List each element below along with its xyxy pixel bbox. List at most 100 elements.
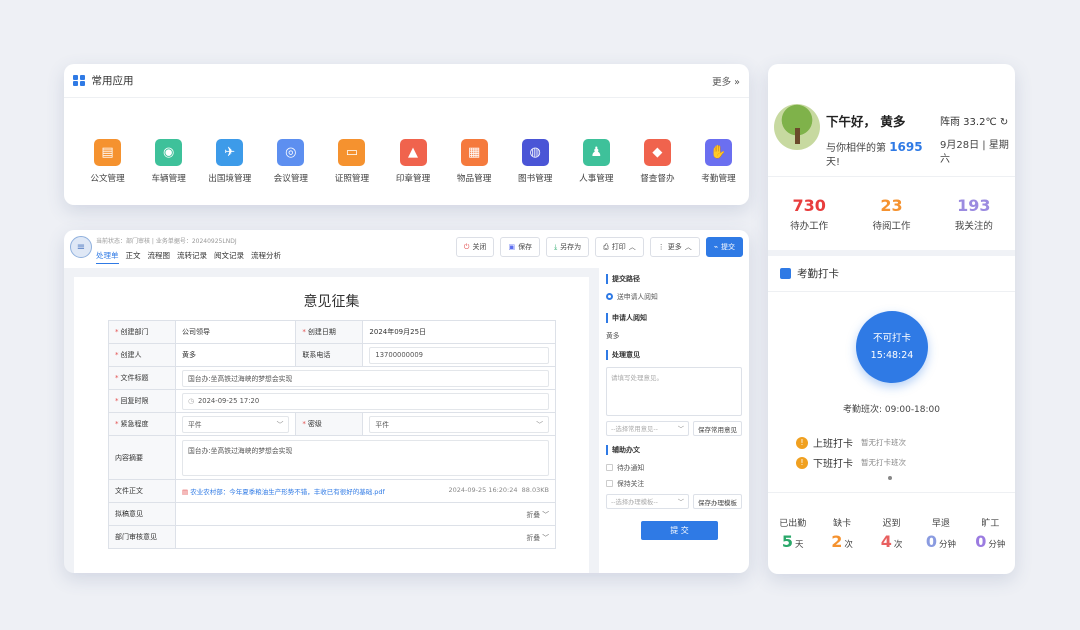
route-option[interactable]: 送申请人阅知 [606,291,742,301]
app-label: 考勤管理 [701,174,736,184]
attachment-time: 2024-09-25 16:20:24 [448,486,518,494]
shift-info: 考勤班次: 09:00-18:00 [842,405,940,415]
stat-item[interactable]: 23 待阅工作 [850,196,932,232]
app-seal[interactable]: ▲ 印章管理 [382,139,443,184]
tab-process-sheet[interactable]: 处理单 [96,250,119,264]
more-button[interactable]: ⋮ 更多 ︿ [649,237,700,257]
save-common-opinion-button[interactable]: 保存常用意见 [693,421,742,436]
urgency-select[interactable]: 平件 ﹀ [182,415,290,433]
table-row: 文件正文 ▤ 农业农村部：今年夏季粮油生产形势不错，丰收已有很好的基础.pdf … [108,479,556,503]
save-as-button[interactable]: ⤓ 另存为 [546,237,590,257]
chevron-up-icon: ︿ [628,243,636,251]
pager-dot[interactable] [888,476,892,480]
work-stats: 730 待办工作 23 待阅工作 193 我关注的 [768,177,1015,256]
app-label: 公文管理 [90,174,125,184]
subject-input[interactable]: 国台办:坐高铁过海峡的梦想会实现 [182,369,549,387]
deadline-input[interactable]: ◷ 2024-09-25 17:20 [182,392,549,410]
attendance-stat-unit: 次 [844,540,853,550]
app-label: 出国境管理 [208,174,252,184]
current-date: 9月28日 | 星期六 [940,140,1009,165]
avatar[interactable] [774,104,820,150]
checkin-row: ! 上班打卡 暂无打卡班次 [796,435,906,450]
attendance-stat[interactable]: 迟到 4 次 [867,516,916,551]
app-license[interactable]: ▭ 证照管理 [321,139,382,184]
form-status-meta: 当前状态：部门审核 | 业务单据号：20240925LNDJ [96,238,237,245]
attendance-stat-value: 5 [781,532,794,551]
table-row: * 创建人 黄多 联系电话 13700000009 [108,343,556,367]
save-button[interactable]: ▣ 保存 [500,237,541,257]
date-value: 2024年09月25日 [362,320,556,344]
tab-body-text[interactable]: 正文 [126,250,141,264]
common-apps-card: 常用应用 更多 » ▤ 公文管理 ◉ 车辆管理 ✈ 出国境管理 ◎ 会议管理 ▭ 证照管理 ▲ 印章管… [64,64,749,205]
clock-status: 不可打卡 [872,332,911,344]
stat-item[interactable]: 730 待办工作 [768,196,850,232]
chevron-up-icon: ︿ [684,243,692,251]
secret-level-select[interactable]: 平件 ﹀ [369,415,549,433]
clock-in-button[interactable]: 不可打卡 15:48:24 [856,311,928,383]
attendance-stat-value: 2 [831,532,843,551]
apps-grid-icon [73,74,85,87]
stat-item[interactable]: 193 我关注的 [933,196,1015,232]
app-attendance[interactable]: ✋ 考勤管理 [688,139,749,184]
submit-button[interactable]: 提 交 [641,521,718,540]
attendance-stat[interactable]: 已出勤 5 天 [768,516,817,551]
app-goods[interactable]: ▦ 物品管理 [444,139,505,184]
stat-label: 我关注的 [954,220,993,232]
fold-toggle[interactable]: 折叠 ﹀ [526,532,549,542]
checkout-row: ! 下班打卡 暂无打卡班次 [796,455,906,470]
phone-input[interactable]: 13700000009 [369,346,549,364]
app-passport[interactable]: ✈ 出国境管理 [199,139,260,184]
more-apps-link[interactable]: 更多 » [712,74,740,88]
app-supervise[interactable]: ◆ 督查督办 [627,139,688,184]
download-icon: ⤓ [554,242,558,251]
attachment-link[interactable]: 农业农村部：今年夏季粮油生产形势不错，丰收已有很好的基础.pdf [190,488,385,496]
table-row: * 回复时限 ◷ 2024-09-25 17:20 [108,389,556,413]
checkbox-icon [606,463,613,471]
app-book[interactable]: ◍ 图书管理 [505,139,566,184]
follow-checkbox[interactable]: 保持关注 [606,478,742,488]
tab-flow-records[interactable]: 流转记录 [177,250,207,264]
attendance-stat[interactable]: 旷工 0 分钟 [966,516,1015,551]
refresh-icon[interactable]: ↻ [1000,117,1008,128]
app-doc[interactable]: ▤ 公文管理 [77,139,138,184]
weather-info: 阵雨 33.2℃ ↻ [940,117,1009,128]
close-button[interactable]: ⏻ 关闭 [455,237,495,257]
attendance-stat-label: 旷工 [981,519,1000,529]
opinion-textarea[interactable]: 请填写处理意见。 [606,367,742,416]
app-car[interactable]: ◉ 车辆管理 [138,139,199,184]
app-label: 车辆管理 [151,174,186,184]
send-icon: ⌁ [713,243,718,251]
tab-flowchart[interactable]: 流程图 [148,250,171,264]
tab-read-records[interactable]: 阅文记录 [214,250,244,264]
opinion-form-card: ≡ 当前状态：部门审核 | 业务单据号：20240925LNDJ 处理单 正文 … [64,230,749,573]
field-label: * 创建日期 [295,320,364,344]
creator-value: 黄多 [174,343,297,367]
document-icon: ≡ [70,236,92,258]
stat-label: 待阅工作 [872,220,911,232]
attendance-stat[interactable]: 缺卡 2 次 [817,516,866,551]
submit-top-button[interactable]: ⌁ 提交 [705,237,743,257]
print-button[interactable]: ⎙ 打印 ︿ [595,237,644,257]
dept-value: 公司领导 [174,320,297,344]
field-label: 内容摘要 [108,435,176,480]
app-meeting[interactable]: ◎ 会议管理 [260,139,321,184]
tab-flow-analysis[interactable]: 流程分析 [251,250,281,264]
warning-icon: ! [796,436,808,449]
attendance-title: 考勤打卡 [797,268,839,280]
common-opinion-select[interactable]: --选择常用意见-- ﹀ [606,421,689,436]
warning-icon: ! [796,456,808,469]
reader-name: 黄多 [606,332,620,340]
common-apps-header: 常用应用 更多 » [64,64,749,98]
goods-icon: ▦ [460,139,488,166]
passport-icon: ✈ [216,139,244,166]
template-select[interactable]: --选择办理模板-- ﹀ [606,494,689,509]
seal-icon: ▲ [399,139,427,166]
attendance-stat[interactable]: 早退 0 分钟 [916,516,965,551]
app-label: 人事管理 [579,174,614,184]
hr-icon: ♟ [582,139,610,166]
fold-toggle[interactable]: 折叠 ﹀ [526,509,549,519]
summary-textarea[interactable]: 国台办:坐高铁过海峡的梦想会实现 [182,439,549,476]
save-template-button[interactable]: 保存办理模板 [693,494,742,509]
notify-checkbox[interactable]: 待办通知 [606,462,742,472]
app-hr[interactable]: ♟ 人事管理 [566,139,627,184]
